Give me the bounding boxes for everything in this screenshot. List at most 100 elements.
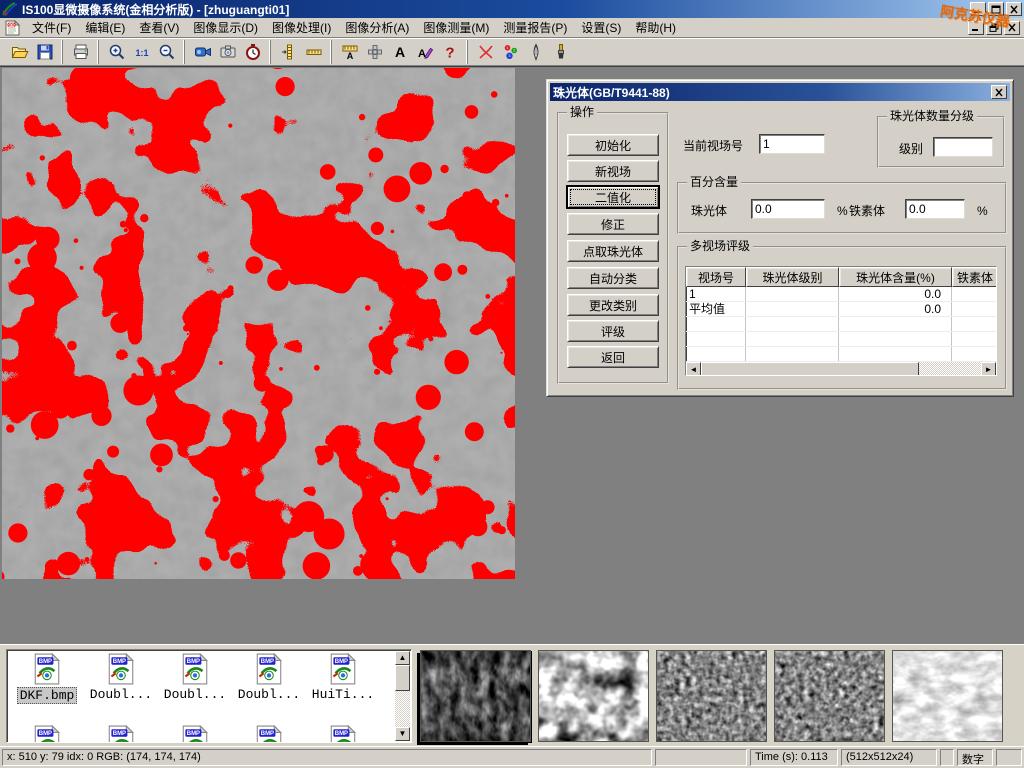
annotate-icon[interactable]: A	[412, 40, 437, 64]
menu-item-8[interactable]: 测量报告(P)	[496, 17, 574, 38]
menu-item-6[interactable]: 图像分析(A)	[338, 17, 416, 38]
pattern-grid-icon[interactable]	[362, 40, 387, 64]
file-item-6[interactable]: BMP	[10, 725, 84, 743]
table-row-2[interactable]: 平均值0.0	[686, 302, 996, 317]
menu-item-2[interactable]: 编辑(E)	[78, 17, 132, 38]
child-minimize-button[interactable]	[968, 21, 984, 35]
phase-classify-icon[interactable]: 123	[498, 40, 523, 64]
brush-icon[interactable]	[548, 40, 573, 64]
help-icon[interactable]: ?	[437, 40, 462, 64]
measure-scale-icon[interactable]: A	[337, 40, 362, 64]
svg-text:A: A	[394, 44, 404, 60]
zoom-in-icon[interactable]	[104, 40, 129, 64]
op-button-1[interactable]: 初始化	[567, 134, 659, 156]
ferrite-input[interactable]	[905, 199, 965, 219]
thumbnail-1[interactable]	[420, 650, 531, 742]
rating-table-header: 视场号珠光体级别珠光体含量(%)铁素体	[686, 267, 996, 287]
menu-item-1[interactable]: 文件(F)	[25, 17, 78, 38]
table-row-3[interactable]	[686, 317, 996, 332]
dialog-title-bar[interactable]: 珠光体(GB/T9441-88)	[550, 83, 1010, 101]
table-row-1[interactable]: 10.0	[686, 287, 996, 302]
timer-icon[interactable]	[240, 40, 265, 64]
op-button-8[interactable]: 评级	[567, 320, 659, 342]
menu-item-3[interactable]: 查看(V)	[132, 17, 186, 38]
video-camera-icon[interactable]	[190, 40, 215, 64]
child-window-controls	[968, 21, 1020, 35]
table-cell	[839, 332, 952, 346]
thumbnail-strip	[420, 650, 1003, 742]
thumbnail-3[interactable]	[656, 650, 767, 742]
table-header-4[interactable]: 铁素体	[952, 267, 997, 287]
file-item-7[interactable]: BMP	[84, 725, 158, 743]
file-item-10[interactable]: BMP	[306, 725, 380, 743]
thumbnail-5[interactable]	[892, 650, 1003, 742]
scroll-up-button[interactable]: ▲	[395, 651, 410, 665]
file-vertical-scrollbar[interactable]: ▲ ▼	[395, 651, 410, 741]
table-horizontal-scrollbar[interactable]: ◄ ►	[686, 362, 996, 376]
document-icon[interactable]: DOC	[4, 20, 21, 36]
file-item-3[interactable]: BMPDoubl...	[158, 653, 232, 725]
curve-cut-icon[interactable]	[473, 40, 498, 64]
toolbar-group: AAA?	[331, 40, 465, 64]
scroll-left-button[interactable]: ◄	[686, 362, 701, 376]
file-item-5[interactable]: BMPHuiTi...	[306, 653, 380, 725]
menu-item-5[interactable]: 图像处理(I)	[265, 17, 338, 38]
menu-item-10[interactable]: 帮助(H)	[628, 17, 683, 38]
op-button-7[interactable]: 更改类别	[567, 294, 659, 316]
file-scroll-thumb[interactable]	[395, 665, 410, 691]
zoom-out-icon[interactable]	[154, 40, 179, 64]
pearlite-input[interactable]	[751, 199, 825, 219]
table-header-3[interactable]: 珠光体含量(%)	[839, 267, 952, 287]
file-item-1[interactable]: BMPDKF.bmp	[10, 653, 84, 725]
op-button-2[interactable]: 新视场	[567, 160, 659, 182]
minimize-button[interactable]	[970, 2, 986, 16]
child-close-button[interactable]	[1004, 21, 1020, 35]
current-field-input[interactable]	[759, 134, 825, 154]
scroll-track[interactable]	[701, 362, 981, 376]
file-item-4[interactable]: BMPDoubl...	[232, 653, 306, 725]
table-header-2[interactable]: 珠光体级别	[746, 267, 839, 287]
grade-input[interactable]	[933, 137, 993, 157]
table-cell	[686, 332, 746, 346]
table-row-5[interactable]	[686, 347, 996, 362]
open-file-icon[interactable]	[7, 40, 32, 64]
close-button[interactable]	[1006, 2, 1022, 16]
op-button-9[interactable]: 返回	[567, 346, 659, 368]
op-button-6[interactable]: 自动分类	[567, 267, 659, 289]
thumbnail-4[interactable]	[774, 650, 885, 742]
scroll-thumb[interactable]	[701, 362, 919, 376]
table-header-1[interactable]: 视场号	[686, 267, 746, 287]
menu-item-7[interactable]: 图像测量(M)	[416, 17, 496, 38]
op-button-5[interactable]: 点取珠光体	[567, 240, 659, 262]
title-bar: IS100显微摄像系统(金相分析版) - [zhuguangti01]	[0, 0, 1024, 18]
micrograph-image[interactable]	[2, 68, 515, 579]
dialog-close-button[interactable]	[991, 85, 1007, 99]
op-button-3[interactable]: 二值化	[567, 186, 659, 208]
toolbar-group: 123	[467, 40, 576, 64]
file-item-9[interactable]: BMP	[232, 725, 306, 743]
capture-image-icon[interactable]	[215, 40, 240, 64]
svg-text:BMP: BMP	[39, 731, 52, 737]
maximize-button[interactable]	[988, 2, 1004, 16]
menu-item-4[interactable]: 图像显示(D)	[186, 17, 265, 38]
child-restore-button[interactable]	[986, 21, 1002, 35]
table-row-4[interactable]	[686, 332, 996, 347]
ruler-icon[interactable]	[301, 40, 326, 64]
thumbnail-2[interactable]	[538, 650, 649, 742]
actual-size-icon[interactable]: 1:1	[129, 40, 154, 64]
toolbar: 1:1AAA?123	[0, 38, 1024, 66]
text-label-icon[interactable]: A	[387, 40, 412, 64]
op-button-4[interactable]: 修正	[567, 213, 659, 235]
save-icon[interactable]	[32, 40, 57, 64]
file-scroll-track[interactable]	[395, 665, 410, 727]
menu-item-9[interactable]: 设置(S)	[574, 17, 628, 38]
scroll-right-button[interactable]: ►	[981, 362, 996, 376]
pen-icon[interactable]	[523, 40, 548, 64]
print-icon[interactable]	[68, 40, 93, 64]
caliper-icon[interactable]	[276, 40, 301, 64]
file-item-2[interactable]: BMPDoubl...	[84, 653, 158, 725]
file-item-8[interactable]: BMP	[158, 725, 232, 743]
status-panel-3: Time (s): 0.113	[750, 749, 838, 766]
scroll-down-button[interactable]: ▼	[395, 727, 410, 741]
svg-text:BMP: BMP	[113, 731, 126, 737]
